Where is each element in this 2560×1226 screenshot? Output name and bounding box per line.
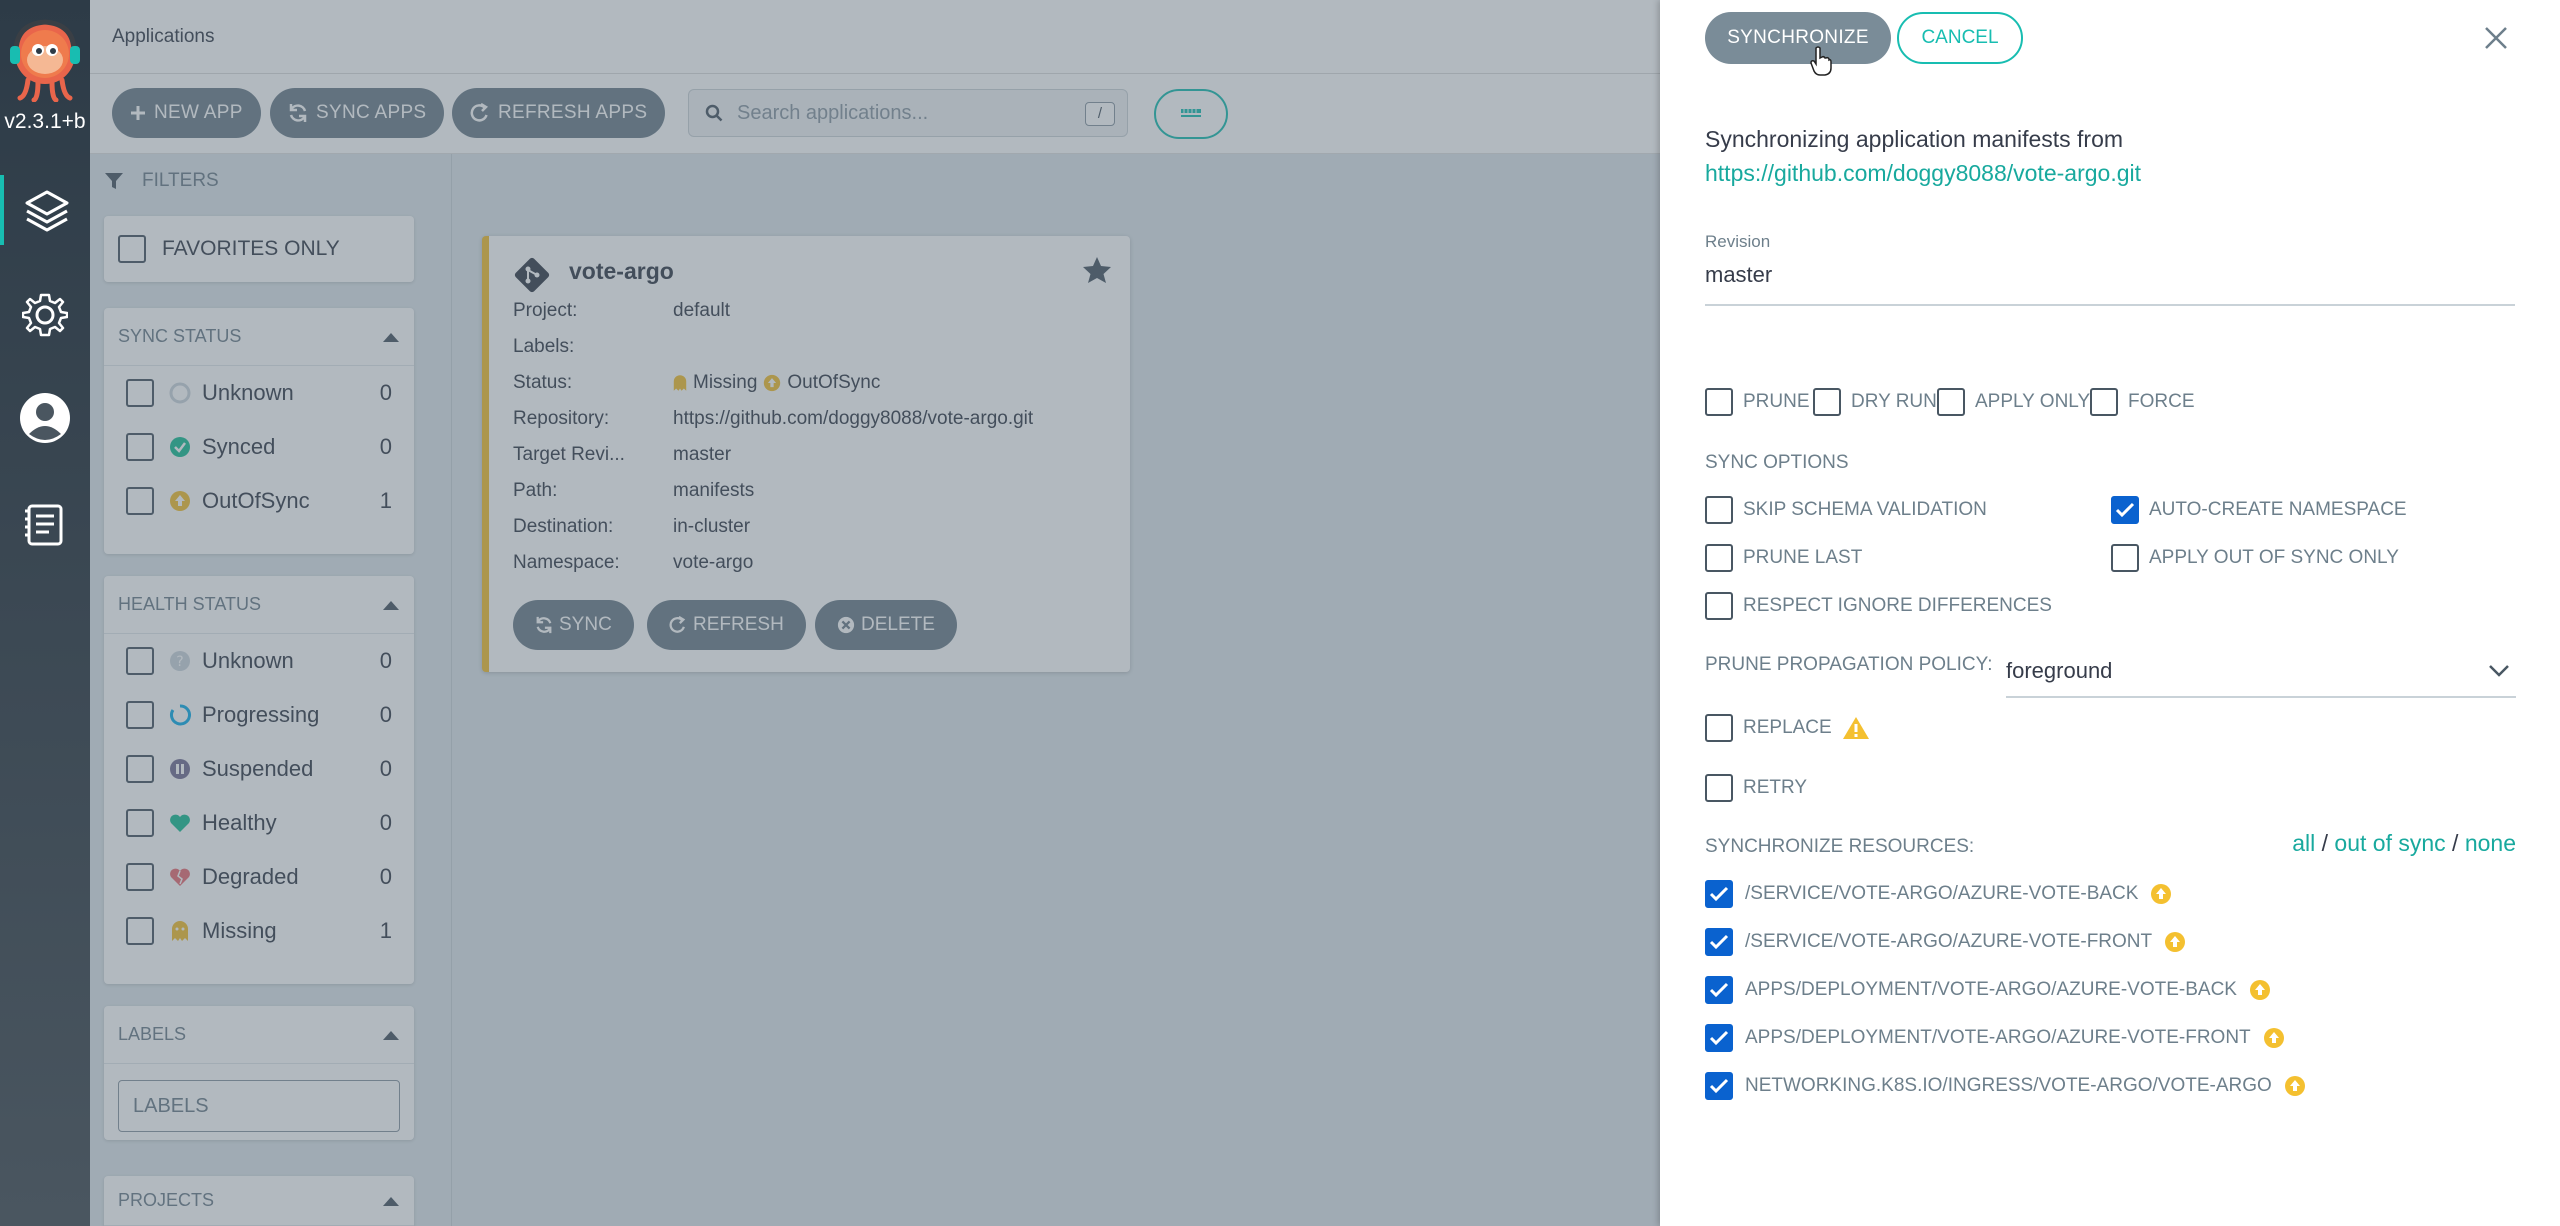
revision-label: Revision	[1705, 232, 1771, 251]
checkbox-checked[interactable]	[1705, 880, 1733, 908]
nav-settings[interactable]	[0, 280, 90, 350]
checkbox[interactable]	[1705, 714, 1733, 742]
hand-cursor-icon	[1810, 46, 1832, 76]
option-apply-out-of-sync-only[interactable]: APPLY OUT OF SYNC ONLY	[2111, 544, 2399, 572]
checkbox-checked[interactable]	[1705, 1072, 1733, 1100]
checkbox[interactable]	[1705, 774, 1733, 802]
option-dry-run[interactable]: DRY RUN	[1813, 388, 1937, 416]
revision-input[interactable]: master	[1705, 262, 2515, 306]
resource-item[interactable]: /SERVICE/VOTE-ARGO/AZURE-VOTE-BACK	[1705, 880, 2172, 908]
resource-item[interactable]: /SERVICE/VOTE-ARGO/AZURE-VOTE-FRONT	[1705, 928, 2186, 956]
checkbox[interactable]	[2111, 544, 2139, 572]
option-force[interactable]: FORCE	[2090, 388, 2195, 416]
close-icon[interactable]	[2480, 22, 2512, 54]
checkbox[interactable]	[1813, 388, 1841, 416]
resource-item[interactable]: NETWORKING.K8S.IO/INGRESS/VOTE-ARGO/VOTE…	[1705, 1072, 2306, 1100]
prune-policy-label: PRUNE PROPAGATION POLICY:	[1705, 654, 1993, 675]
resource-select-links: all / out of sync / none	[2292, 830, 2516, 856]
arrow-alt-circle-up-icon	[2284, 1076, 2305, 1096]
select-out-of-sync-link[interactable]: out of sync	[2334, 830, 2445, 856]
checkbox[interactable]	[1937, 388, 1965, 416]
user-icon	[20, 393, 70, 443]
arrow-alt-circle-up-icon	[2151, 884, 2172, 904]
select-none-link[interactable]: none	[2465, 830, 2516, 856]
nav-user-info[interactable]	[0, 383, 90, 453]
sync-intro: Synchronizing application manifests from…	[1705, 122, 2141, 190]
layers-icon	[25, 190, 69, 232]
option-replace[interactable]: REPLACE	[1705, 714, 1870, 742]
argo-logo-icon[interactable]	[8, 12, 82, 103]
arrow-alt-circle-up-icon	[2263, 1028, 2284, 1048]
version-label: v2.3.1+b	[4, 110, 86, 133]
sync-resources-heading: SYNCHRONIZE RESOURCES:	[1705, 836, 1975, 857]
sync-panel: SYNCHRONIZE CANCEL Synchronizing applica…	[1660, 0, 2560, 1226]
repo-link[interactable]: https://github.com/doggy8088/vote-argo.g…	[1705, 156, 2141, 190]
docs-icon	[25, 504, 63, 546]
synchronize-button[interactable]: SYNCHRONIZE	[1705, 12, 1891, 64]
warning-icon	[1842, 717, 1869, 739]
checkbox-checked[interactable]	[1705, 976, 1733, 1004]
left-nav: v2.3.1+b	[0, 0, 90, 1226]
option-respect-ignore-differences[interactable]: RESPECT IGNORE DIFFERENCES	[1705, 592, 2052, 620]
arrow-alt-circle-up-icon	[2249, 980, 2270, 1000]
chevron-down-icon	[2489, 665, 2509, 677]
prune-policy-select[interactable]: foreground	[2006, 646, 2516, 698]
option-skip-schema-validation[interactable]: SKIP SCHEMA VALIDATION	[1705, 496, 1987, 524]
checkbox[interactable]	[1705, 544, 1733, 572]
sync-options-heading: SYNC OPTIONS	[1705, 452, 1849, 473]
option-prune[interactable]: PRUNE	[1705, 388, 1810, 416]
checkbox-checked[interactable]	[1705, 1024, 1733, 1052]
checkbox[interactable]	[1705, 388, 1733, 416]
modal-backdrop[interactable]	[90, 0, 1660, 1226]
arrow-alt-circle-up-icon	[2165, 932, 2186, 952]
checkbox-checked[interactable]	[2111, 496, 2139, 524]
cancel-button[interactable]: CANCEL	[1897, 12, 2023, 64]
select-all-link[interactable]: all	[2292, 830, 2315, 856]
option-apply-only[interactable]: APPLY ONLY	[1937, 388, 2090, 416]
option-prune-last[interactable]: PRUNE LAST	[1705, 544, 1862, 572]
resource-item[interactable]: APPS/DEPLOYMENT/VOTE-ARGO/AZURE-VOTE-FRO…	[1705, 1024, 2285, 1052]
option-retry[interactable]: RETRY	[1705, 774, 1807, 802]
checkbox[interactable]	[2090, 388, 2118, 416]
resource-item[interactable]: APPS/DEPLOYMENT/VOTE-ARGO/AZURE-VOTE-BAC…	[1705, 976, 2271, 1004]
checkbox[interactable]	[1705, 592, 1733, 620]
nav-applications[interactable]	[0, 175, 90, 245]
checkbox[interactable]	[1705, 496, 1733, 524]
checkbox-checked[interactable]	[1705, 928, 1733, 956]
option-auto-create-namespace[interactable]: AUTO-CREATE NAMESPACE	[2111, 496, 2407, 524]
nav-docs[interactable]	[0, 490, 90, 560]
gear-icon	[22, 293, 68, 337]
